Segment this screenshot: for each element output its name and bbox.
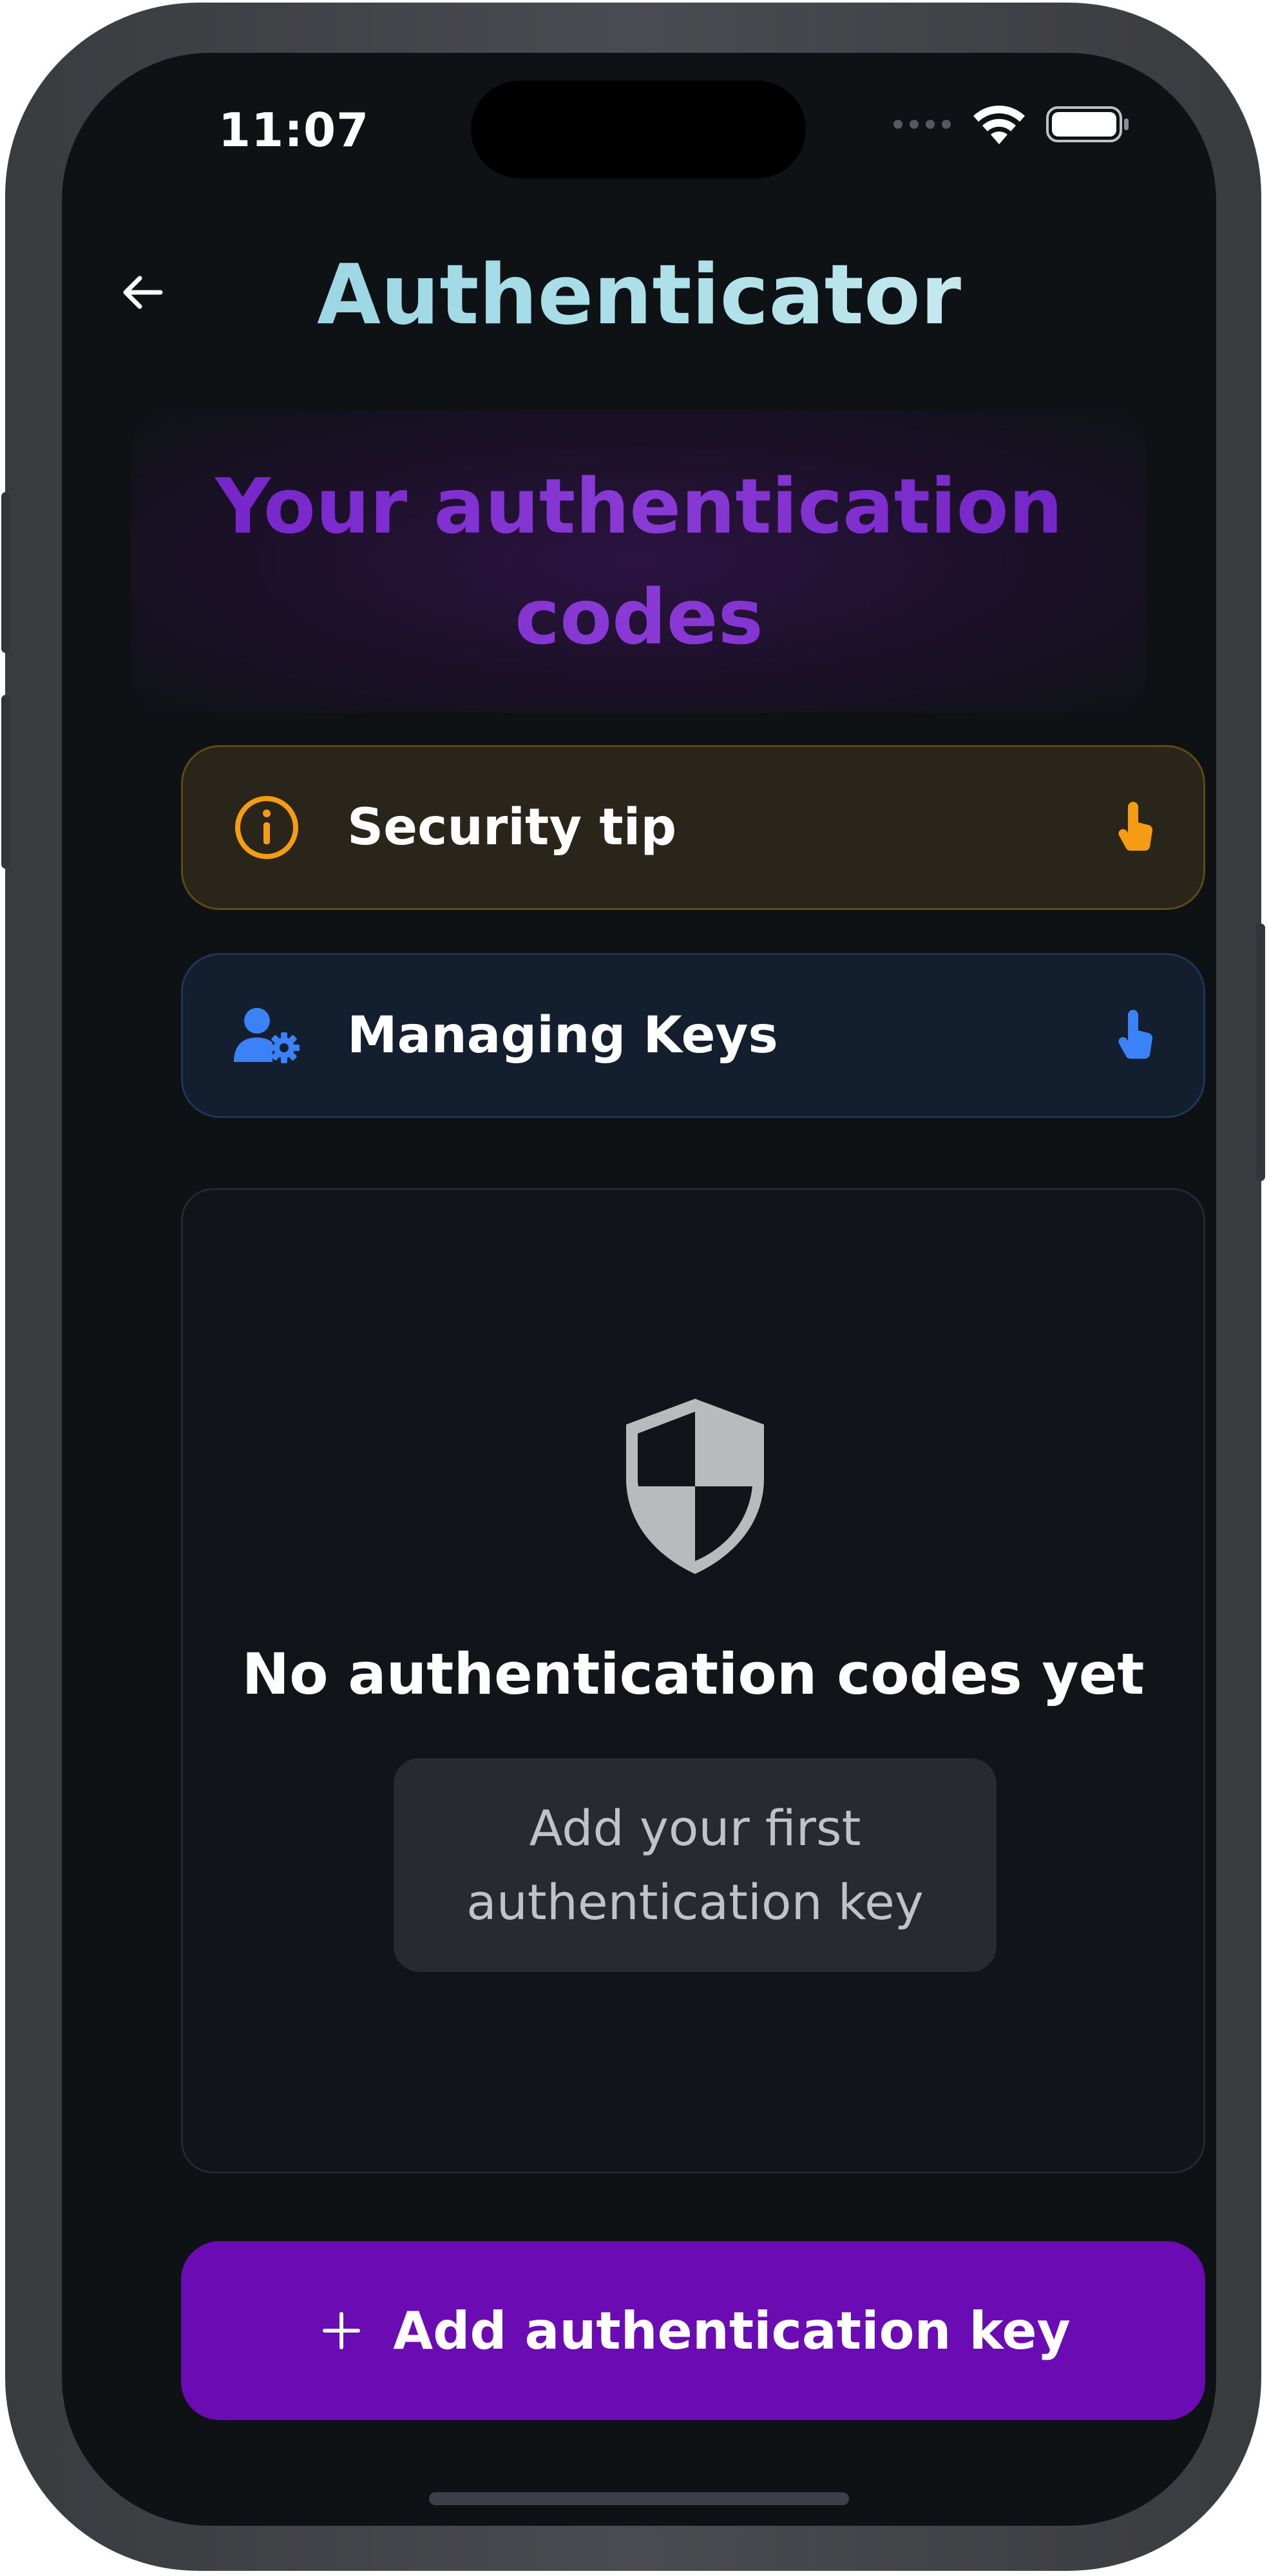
volume-button [1, 695, 10, 869]
empty-state-panel: No authentication codes yet Add your fir… [181, 1188, 1205, 2174]
power-button [1256, 923, 1265, 1181]
shield-icon [621, 1396, 769, 1577]
managing-keys-label: Managing Keys [347, 1007, 778, 1065]
status-icons [893, 104, 1130, 147]
tap-hand-icon [1113, 1007, 1158, 1065]
app-header: Authenticator [62, 240, 1216, 343]
home-indicator [429, 2492, 849, 2505]
empty-state-title: No authentication codes yet [242, 1641, 1145, 1707]
app-screen: 11:07 Authenticator Your authentication … [62, 53, 1216, 2526]
add-authentication-key-button[interactable]: Add authentication key [181, 2241, 1205, 2420]
add-first-key-button[interactable]: Add your first authentication key [394, 1758, 997, 1972]
add-authentication-key-label: Add authentication key [393, 2300, 1071, 2361]
status-time: 11:07 [218, 103, 370, 157]
wifi-icon [971, 104, 1027, 147]
managing-keys-card[interactable]: Managing Keys [181, 953, 1205, 1118]
add-first-key-label: Add your first authentication key [466, 1799, 924, 1931]
info-circle-icon [231, 792, 302, 863]
dynamic-island [471, 80, 806, 178]
mute-switch [1, 492, 10, 653]
page-title: Authenticator [62, 247, 1216, 343]
plus-icon [316, 2305, 367, 2356]
hero-heading: Your authentication codes [188, 451, 1090, 672]
tap-hand-icon [1113, 799, 1158, 857]
security-tip-card[interactable]: Security tip [181, 745, 1205, 910]
signal-dots-icon [893, 118, 952, 133]
security-tip-label: Security tip [347, 799, 677, 857]
battery-icon [1046, 106, 1130, 145]
user-gear-icon [231, 1000, 302, 1071]
device-frame: 11:07 Authenticator Your authentication … [1, 3, 1265, 2571]
hero-banner: Your authentication codes [131, 410, 1147, 713]
